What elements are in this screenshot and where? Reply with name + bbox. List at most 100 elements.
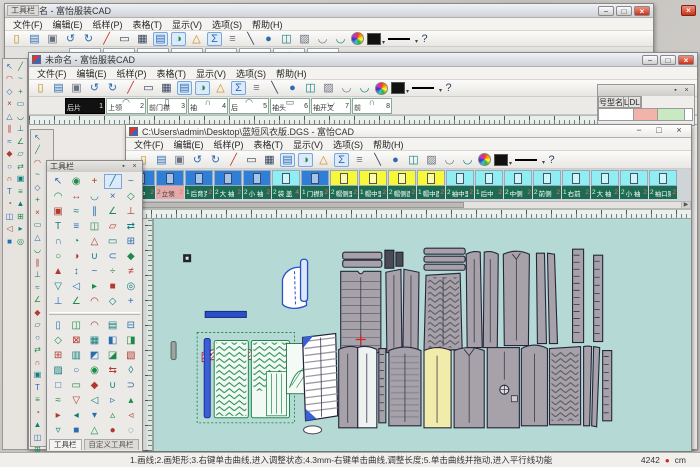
tool-icon[interactable]: ⇄ [15, 160, 26, 173]
ruler-strip-piece[interactable] [573, 249, 584, 342]
tool-icon[interactable]: + [15, 85, 26, 98]
tool-icon[interactable]: × [4, 98, 15, 111]
tool-icon[interactable]: × [32, 206, 43, 219]
tool-icon[interactable]: △ [85, 234, 103, 249]
tool-icon[interactable]: ↕ [67, 264, 85, 279]
tool-icon[interactable]: ◆ [122, 249, 140, 264]
tool-icon[interactable]: ∪ [104, 378, 122, 393]
tool-icon[interactable]: ∠ [32, 294, 43, 307]
tool-icon[interactable]: ⊥ [32, 269, 43, 282]
menu-item[interactable]: 选项(S) [212, 18, 242, 31]
tool-icon[interactable]: ▧ [122, 348, 140, 363]
size-table-row[interactable] [598, 108, 694, 121]
tool-icon[interactable]: ◠ [4, 73, 15, 86]
pattern-list-item[interactable]: 2 袖口贴 2 [649, 170, 677, 200]
menu-item[interactable]: 纸样(P) [93, 18, 123, 31]
size-dl-cell[interactable] [658, 108, 685, 121]
tool-icon[interactable]: ○ [49, 249, 67, 264]
pattern-block[interactable]: ∩ 袖 4 [188, 98, 228, 114]
tool-icon[interactable]: ⊟ [122, 318, 140, 333]
tool-icon[interactable]: ∥ [85, 204, 103, 219]
tool-icon[interactable]: △ [85, 423, 103, 438]
tool-icon[interactable]: ↖ [4, 60, 15, 73]
pattern-list-item[interactable]: 1 帽中里 2 [359, 170, 387, 200]
toolbar-icon[interactable]: ◫ [279, 32, 294, 46]
tool-icon[interactable]: ◆ [4, 148, 15, 161]
toolbar-icon[interactable]: ╱ [99, 32, 114, 46]
tool-icon[interactable]: ◩ [85, 348, 103, 363]
small-piece[interactable] [171, 342, 176, 360]
pattern-block[interactable]: ■ 后片 1 [65, 98, 105, 114]
tool-icon[interactable]: ▣ [32, 369, 43, 382]
toolbar-icon[interactable] [408, 81, 438, 95]
toolbar-icon[interactable] [511, 153, 541, 167]
tool-icon[interactable]: ◔ [32, 406, 43, 419]
pattern-list-item[interactable]: 1 后育克 2 [185, 170, 213, 200]
back-panel-folded[interactable] [341, 271, 381, 352]
tool-icon[interactable]: ◃ [122, 408, 140, 423]
toolbar-icon[interactable]: ╲ [370, 153, 385, 167]
tool-icon[interactable]: ∠ [67, 294, 85, 309]
tool-icon[interactable]: ▱ [32, 319, 43, 332]
titlebar[interactable]: C:\Users\admin\Desktop\蓝短风衣版.DGS - 富怡CAD… [126, 125, 691, 138]
pin-icon[interactable]: ▪ [119, 163, 128, 170]
toolbar-icon[interactable]: ◡ [333, 32, 348, 46]
tool-icon[interactable]: ▤ [104, 318, 122, 333]
toolbar-icon[interactable]: ▤ [153, 32, 168, 46]
tool-icon[interactable]: ○ [4, 160, 15, 173]
toolbar-icon[interactable]: ▭ [117, 32, 132, 46]
tool-icon[interactable]: T [4, 185, 15, 198]
tool-icon[interactable]: ◁ [85, 393, 103, 408]
menu-item[interactable]: 显示(V) [172, 18, 202, 31]
toolbar-icon[interactable]: ▣ [69, 81, 84, 95]
maximize-button[interactable]: □ [650, 126, 668, 136]
tool-icon[interactable]: ● [104, 423, 122, 438]
toolbar-icon[interactable]: ◡ [442, 153, 457, 167]
toolbar-icon[interactable]: ◡ [339, 81, 354, 95]
tool-icon[interactable]: + [122, 294, 140, 309]
tool-icon[interactable]: ◠ [32, 156, 43, 169]
toolbar-icon[interactable]: ◫ [406, 153, 421, 167]
tool-icon[interactable]: ◁ [67, 279, 85, 294]
toolbar-icon[interactable]: ▯ [33, 81, 48, 95]
tool-icon[interactable]: ≡ [32, 394, 43, 407]
tool-icon[interactable]: ◇ [49, 333, 67, 348]
yellow-panel[interactable] [424, 348, 451, 428]
tool-icon[interactable]: T [49, 219, 67, 234]
ruler-strip-piece-2[interactable] [594, 255, 603, 341]
small-dark-pieces[interactable] [385, 250, 403, 268]
menu-item[interactable]: 选项(S) [333, 138, 363, 151]
tool-icon[interactable]: ▣ [49, 204, 67, 219]
tool-icon[interactable]: ▹ [104, 393, 122, 408]
menu-item[interactable]: 表格(T) [157, 67, 187, 80]
tool-icon[interactable]: ◪ [104, 348, 122, 363]
background-window-close-button[interactable]: × [681, 5, 696, 16]
pattern-list-item[interactable]: 1 帽中面 2 [417, 170, 445, 200]
tool-icon[interactable]: ⇆ [104, 363, 122, 378]
toolbar-icon[interactable]: ● [285, 81, 300, 95]
tool-icon[interactable]: ⊥ [15, 123, 26, 136]
toolbar-icon[interactable]: ≡ [352, 153, 367, 167]
tool-icon[interactable]: ◇ [4, 85, 15, 98]
tool-icon[interactable]: ⊥ [49, 294, 67, 309]
close-button[interactable]: × [678, 55, 694, 65]
tool-icon[interactable]: ▯ [49, 318, 67, 333]
menu-item[interactable]: 帮助(H) [373, 138, 404, 151]
toolbar-icon[interactable]: ▯ [9, 32, 24, 46]
tool-icon[interactable]: ▱ [104, 219, 122, 234]
toolbar-icon[interactable]: ▨ [424, 153, 439, 167]
toolbar-icon[interactable]: ▤ [177, 81, 192, 95]
toolbar-icon[interactable]: ▤ [27, 32, 42, 46]
toolbar-icon[interactable]: ▨ [297, 32, 312, 46]
tool-icon[interactable]: ⇄ [122, 219, 140, 234]
pattern-list-item[interactable]: 2 帽侧里 2 [330, 170, 358, 200]
scrollbar-thumb[interactable] [137, 202, 464, 208]
toolbar-icon[interactable]: Σ [334, 153, 349, 167]
tool-icon[interactable]: ◁ [4, 223, 15, 236]
pattern-list-item[interactable]: 2 中侧 2 [504, 170, 532, 200]
panel-with-eyelet[interactable] [487, 348, 519, 428]
toolbar-icon[interactable]: ↺ [63, 32, 78, 46]
tool-icon[interactable]: ▦ [85, 333, 103, 348]
toolbar-icon[interactable]: ◡ [357, 81, 372, 95]
toolbar-icon[interactable]: ◫ [303, 81, 318, 95]
